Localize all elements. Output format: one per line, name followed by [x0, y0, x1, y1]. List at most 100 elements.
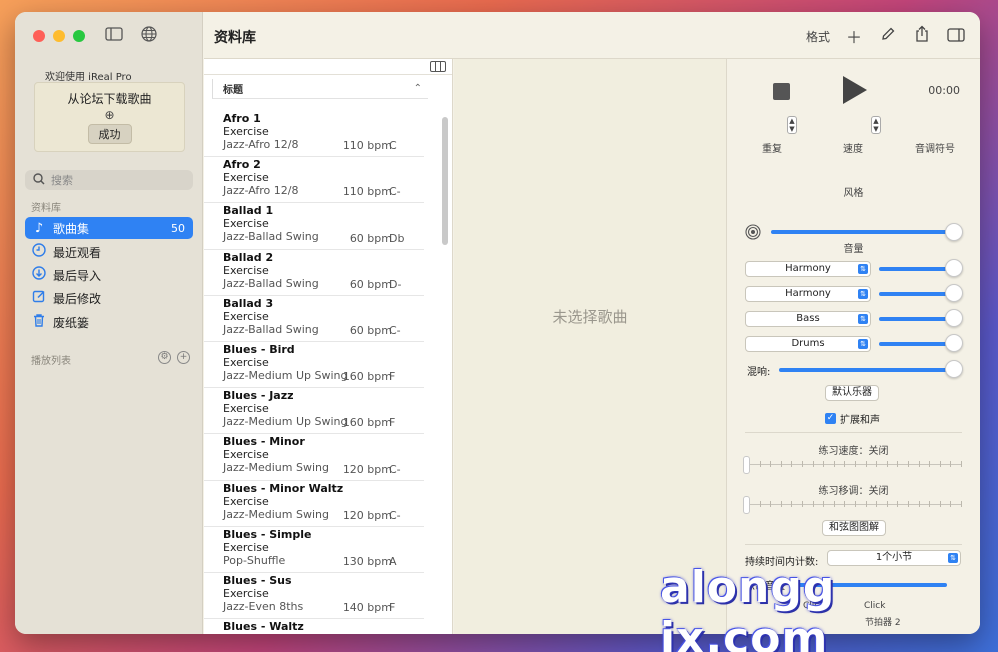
- list-scrollbar[interactable]: [442, 117, 448, 245]
- song-list: Afro 1 Exercise Jazz-Afro 12/8 110 bpm C Afro…: [204, 111, 440, 634]
- reverb-slider[interactable]: [779, 368, 951, 372]
- song-key: A: [389, 554, 397, 568]
- table-row[interactable]: Ballad 3 Exercise Jazz-Ballad Swing 60 bpm C…: [204, 296, 424, 342]
- page-title: 资料库: [214, 30, 256, 46]
- sidebar-item-label: 最后导入: [53, 268, 102, 283]
- add-icon[interactable]: ＋: [844, 24, 864, 48]
- song-title: Blues - Simple: [223, 527, 312, 541]
- search-input[interactable]: 搜索: [25, 170, 193, 190]
- instrument-volume-knob-2[interactable]: [945, 284, 963, 302]
- sort-header[interactable]: 标题 ⌃: [212, 79, 428, 99]
- song-list-pane: 标题 ⌃ Afro 1 Exercise Jazz-Afro 12/8 110 bpm…: [204, 59, 453, 634]
- stop-button[interactable]: [773, 83, 790, 100]
- download-panel: 从论坛下载歌曲 ⊕ 成功: [34, 82, 185, 152]
- master-volume-slider[interactable]: [771, 230, 953, 234]
- song-composer: Exercise: [223, 309, 269, 323]
- minimize-window-button[interactable]: [53, 30, 65, 42]
- format-button[interactable]: 格式: [806, 28, 830, 45]
- practice-transpose-label: 练习移调：关闭: [818, 486, 889, 497]
- instrument-volume-knob-4[interactable]: [945, 334, 963, 352]
- table-row[interactable]: Ballad 1 Exercise Jazz-Ballad Swing 60 bpm D…: [204, 203, 424, 250]
- table-row[interactable]: Afro 1 Exercise Jazz-Afro 12/8 110 bpm C: [204, 111, 424, 158]
- sidebar-item-recent[interactable]: 最近观看: [25, 241, 193, 263]
- sidebar-toggle-icon[interactable]: [104, 26, 124, 46]
- trash-icon: [31, 313, 47, 331]
- table-row[interactable]: Blues - Minor Exercise Jazz-Medium Swing 12…: [204, 434, 424, 481]
- volume-label: 音量: [843, 244, 864, 255]
- practice-tempo-label: 练习速度：关闭: [818, 446, 889, 457]
- practice-tempo-slider[interactable]: [743, 456, 750, 474]
- instrument-volume-slider-4[interactable]: [879, 342, 951, 346]
- download-success-button[interactable]: 成功: [87, 124, 132, 144]
- tempo-stepper[interactable]: ▲ ▼: [871, 116, 881, 134]
- table-row[interactable]: Blues - Sus Exercise Jazz-Even 8ths 140 bpm…: [204, 573, 424, 620]
- song-viewer: 未选择歌曲: [454, 59, 726, 634]
- library-section-label: 资料库: [31, 203, 61, 214]
- song-title: Blues - Waltz: [223, 620, 304, 634]
- sidebar-item-imported[interactable]: 最后导入: [25, 264, 193, 286]
- play-button[interactable]: [843, 76, 867, 104]
- table-row[interactable]: Blues - Jazz Exercise Jazz-Medium Up Swing…: [204, 388, 424, 435]
- pencil-icon[interactable]: [878, 26, 898, 46]
- table-row[interactable]: Blues - Waltz: [204, 619, 424, 634]
- instrument-select-2[interactable]: Harmony ⇅: [745, 286, 871, 302]
- song-key: C-: [389, 185, 401, 199]
- song-title: Ballad 1: [223, 204, 274, 218]
- playlist-tools: ⚙ +: [158, 351, 190, 364]
- sidebar-item-trash[interactable]: 废纸篓: [25, 311, 193, 333]
- clock-icon: [31, 243, 47, 261]
- reverb-knob[interactable]: [945, 360, 963, 378]
- instrument-volume-slider-3[interactable]: [879, 317, 951, 321]
- practice-transpose-slider[interactable]: [743, 496, 750, 514]
- edit-square-icon: [31, 289, 47, 307]
- zoom-window-button[interactable]: [73, 30, 85, 42]
- instrument-volume-knob-1[interactable]: [945, 259, 963, 277]
- close-window-button[interactable]: [33, 30, 45, 42]
- app-window: 欢迎使用 iReal Pro 从论坛下载歌曲 ⊕ 成功 搜索 资料库 ♪ 歌曲集…: [15, 12, 980, 634]
- instrument-volume-slider-1[interactable]: [879, 267, 951, 271]
- instrument-select-1[interactable]: Harmony ⇅: [745, 261, 871, 277]
- instrument-select-4[interactable]: Drums ⇅: [745, 336, 871, 352]
- practice-tempo-ticks: [749, 461, 962, 469]
- sort-label: 标题: [223, 85, 243, 96]
- chord-diagram-button[interactable]: 和弦图图解: [822, 520, 886, 536]
- song-composer: Exercise: [223, 171, 269, 185]
- song-bpm: 60 bpm: [349, 231, 392, 245]
- table-row[interactable]: Ballad 2 Exercise Jazz-Ballad Swing 60 bpm D…: [204, 250, 424, 296]
- inspector-toggle-icon[interactable]: [946, 27, 966, 46]
- share-icon[interactable]: [912, 25, 932, 47]
- sidebar-item-label: 最近观看: [53, 245, 102, 260]
- divider: [745, 544, 962, 545]
- sidebar-item-modified[interactable]: 最后修改: [25, 287, 193, 309]
- master-volume-knob[interactable]: [945, 223, 963, 241]
- table-row[interactable]: Blues - Minor Waltz Exercise Jazz-Medium S…: [204, 481, 424, 527]
- table-row[interactable]: Afro 2 Exercise Jazz-Afro 12/8 110 bpm C-: [204, 157, 424, 204]
- playlist-section-label: 播放列表: [31, 356, 71, 367]
- list-top-bar: [204, 59, 452, 75]
- columns-icon[interactable]: [430, 61, 446, 72]
- transpose-label: 音调符号: [915, 144, 955, 155]
- style-label: 风格: [843, 188, 864, 199]
- song-bpm: 130 bpm: [342, 554, 392, 568]
- extended-harmony-checkbox[interactable]: ✓ 扩展和声: [825, 411, 880, 426]
- instrument-volume-knob-3[interactable]: [945, 309, 963, 327]
- table-row[interactable]: Blues - Simple Exercise Pop-Shuffle 130 bpm…: [204, 527, 424, 573]
- table-row[interactable]: Blues - Bird Exercise Jazz-Medium Up Swing…: [204, 342, 424, 389]
- playlist-smart-icon[interactable]: ⚙: [158, 351, 171, 364]
- repeat-stepper[interactable]: ▲ ▼: [787, 116, 797, 134]
- watermark-logo: alongg jx.com: [660, 562, 836, 652]
- extended-harmony-label: 扩展和声: [840, 415, 880, 426]
- song-title: Afro 1: [223, 112, 261, 125]
- song-bpm: 120 bpm: [342, 462, 392, 476]
- instrument-volume-slider-2[interactable]: [879, 292, 951, 296]
- instrument-select-3[interactable]: Bass ⇅: [745, 311, 871, 327]
- toolbar-actions: 格式 ＋: [806, 24, 966, 48]
- add-playlist-icon[interactable]: +: [177, 351, 190, 364]
- song-composer: Exercise: [223, 125, 269, 138]
- sidebar-item-songbook[interactable]: ♪ 歌曲集 50: [25, 217, 193, 239]
- sidebar-item-label: 最后修改: [53, 291, 102, 306]
- song-bpm: 140 bpm: [342, 601, 392, 615]
- globe-icon[interactable]: [139, 26, 159, 46]
- default-instruments-button[interactable]: 默认乐器: [825, 385, 879, 401]
- song-key: Db: [389, 231, 405, 245]
